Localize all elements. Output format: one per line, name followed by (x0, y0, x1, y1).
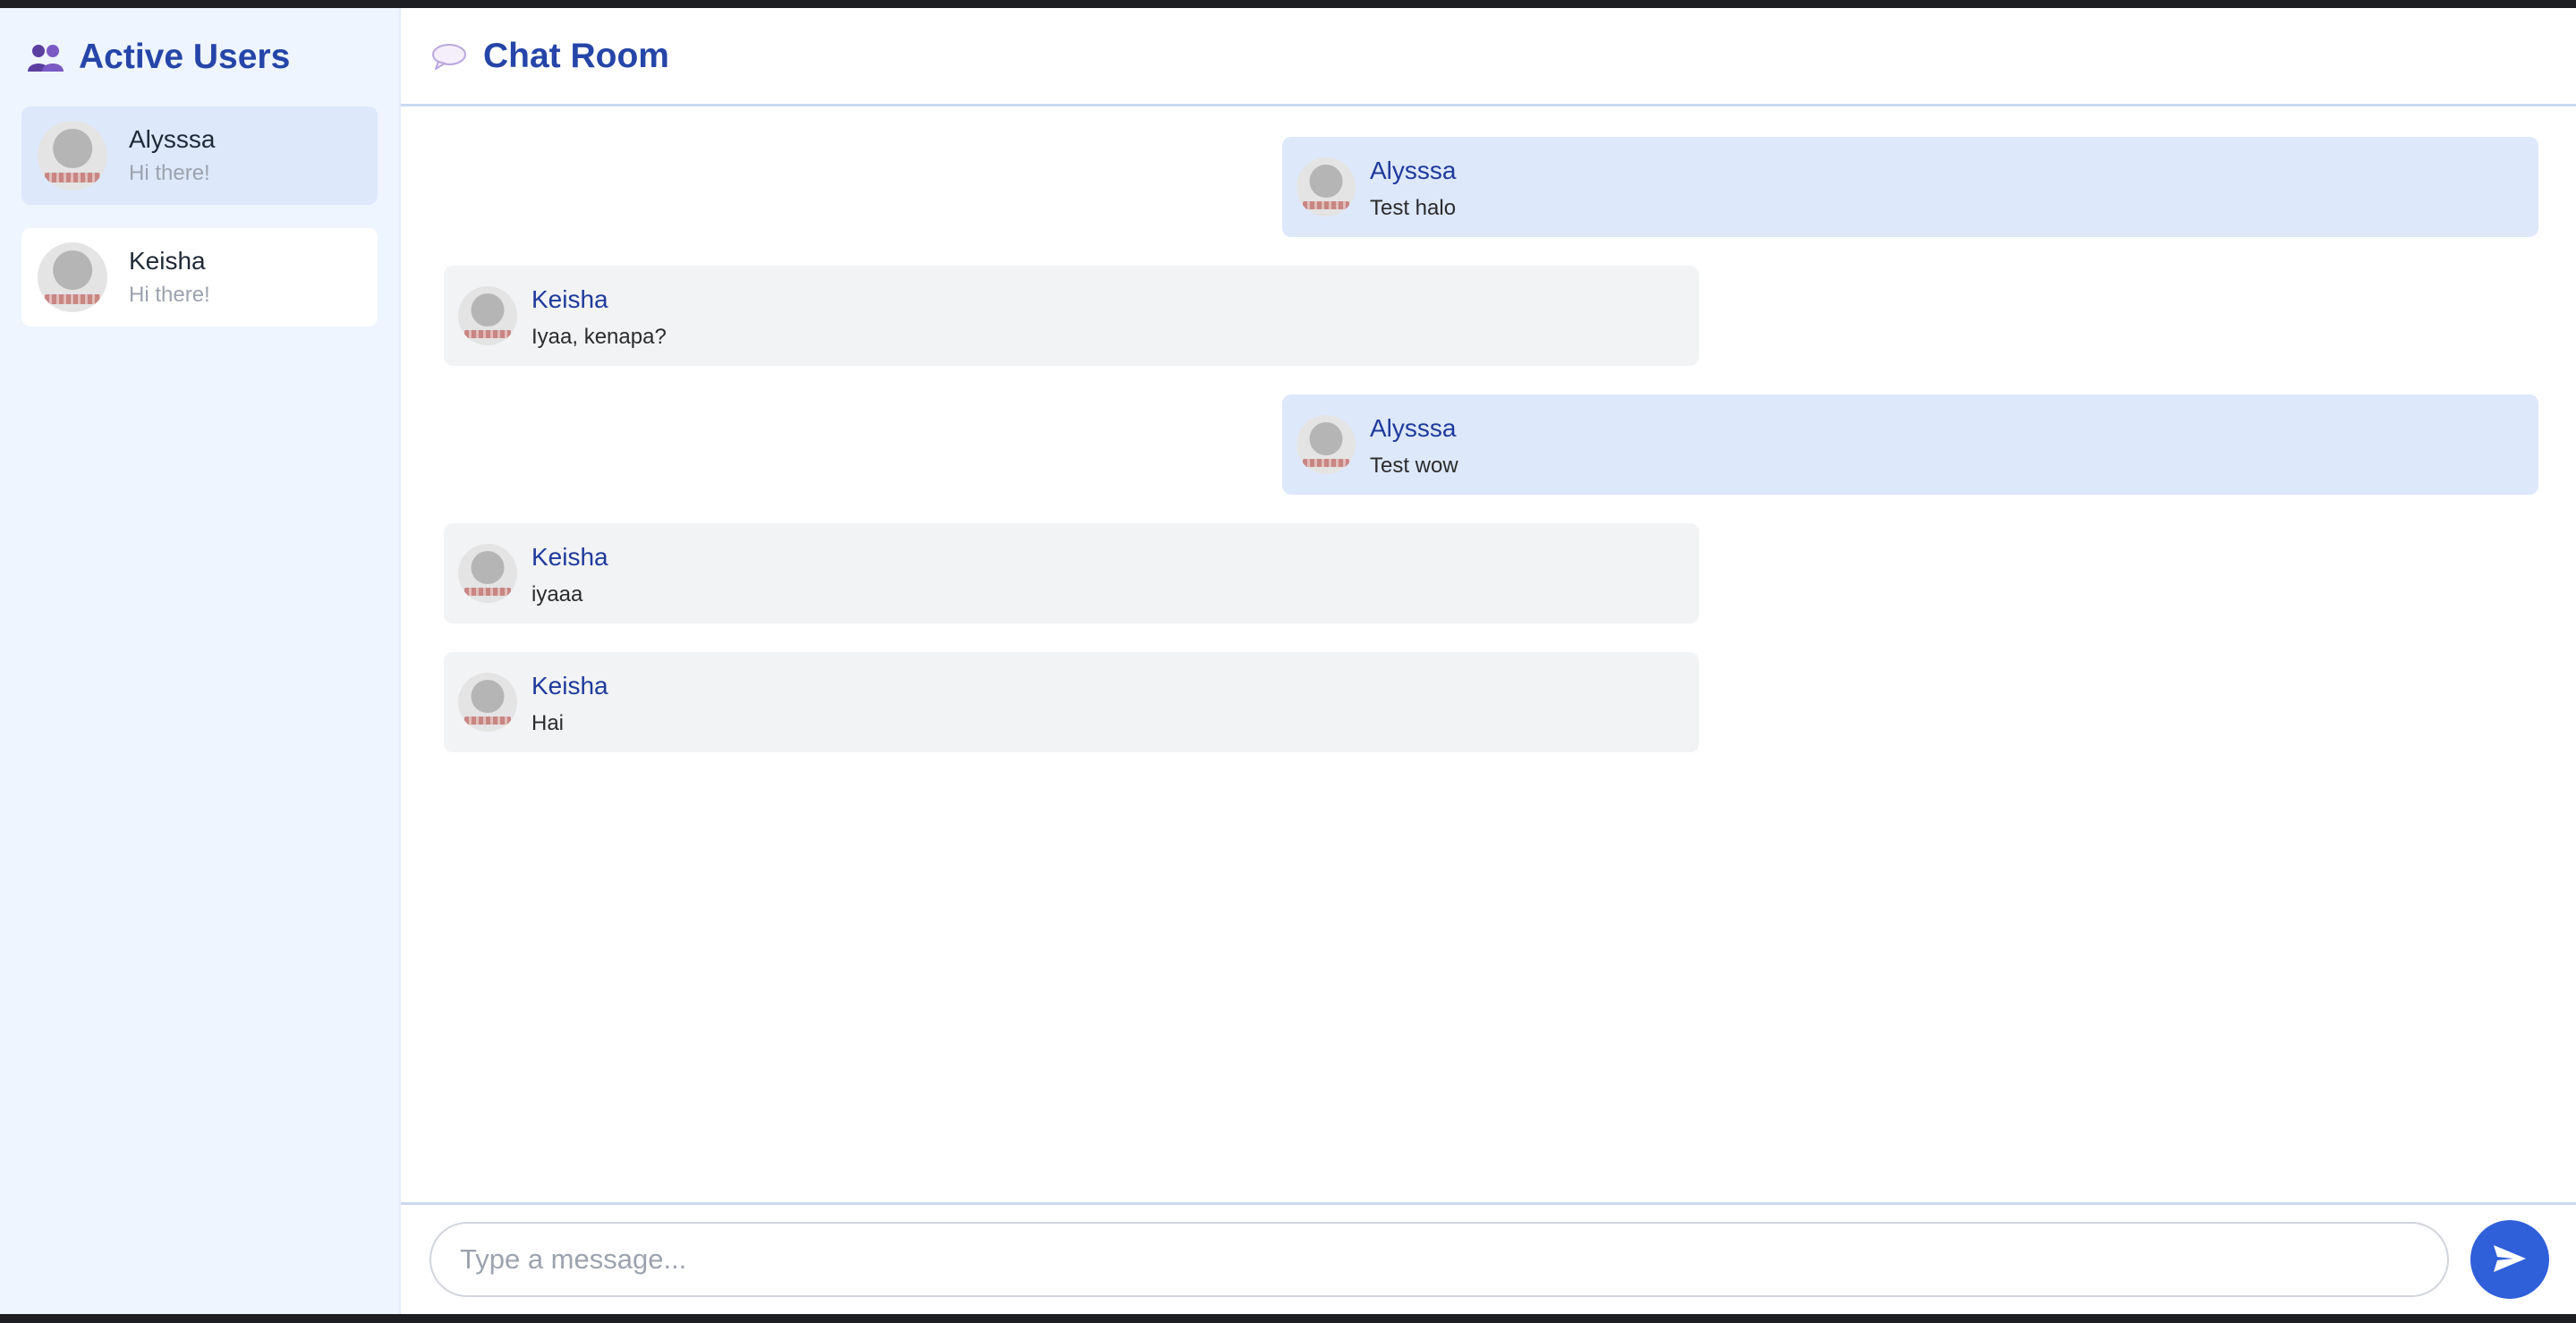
message-sender: Keisha (531, 672, 608, 700)
chat-panel: Chat Room Alysssa Test halo Keisha Iyaa,… (401, 8, 2576, 1314)
message-item: Keisha iyaaa (444, 523, 1699, 623)
avatar (38, 242, 107, 312)
avatar (38, 121, 107, 191)
send-button[interactable] (2470, 1220, 2549, 1299)
message-item: Alysssa Test halo (1282, 137, 2538, 237)
user-status: Hi there! (129, 161, 210, 185)
page-title: Chat Room (483, 36, 669, 75)
message-text: Iyaa, kenapa? (531, 325, 667, 349)
user-item-keisha[interactable]: Keisha Hi there! (21, 228, 378, 327)
sidebar: Active Users Alysssa Hi there! Keisha Hi… (0, 8, 401, 1314)
message-list[interactable]: Alysssa Test halo Keisha Iyaa, kenapa? A… (401, 106, 2576, 1202)
message-item: Alysssa Test wow (1282, 394, 2538, 495)
message-text: iyaaa (531, 582, 583, 606)
user-item-alysssa[interactable]: Alysssa Hi there! (21, 106, 378, 205)
speech-bubble-icon (431, 43, 467, 71)
user-name: Keisha (129, 247, 206, 275)
sidebar-title: Active Users (79, 38, 291, 76)
message-item: Keisha Iyaa, kenapa? (444, 266, 1699, 366)
message-text: Test wow (1370, 454, 1458, 478)
message-sender: Alysssa (1370, 157, 1457, 184)
message-sender: Keisha (531, 285, 608, 313)
avatar (458, 544, 517, 603)
users-icon (27, 41, 64, 73)
avatar (1297, 415, 1356, 474)
avatar (1297, 157, 1356, 216)
user-name: Alysssa (129, 125, 216, 153)
app-window: Active Users Alysssa Hi there! Keisha Hi… (0, 8, 2576, 1314)
avatar (458, 286, 517, 345)
send-icon (2492, 1243, 2528, 1276)
message-sender: Keisha (531, 543, 608, 571)
message-item: Keisha Hai (444, 652, 1699, 752)
message-composer (401, 1202, 2576, 1314)
sidebar-header: Active Users (21, 8, 378, 106)
avatar (458, 673, 517, 732)
message-text: Test halo (1370, 196, 1457, 220)
user-status: Hi there! (129, 283, 210, 307)
chat-header: Chat Room (401, 8, 2576, 106)
message-sender: Alysssa (1370, 414, 1457, 442)
message-input[interactable] (429, 1222, 2449, 1297)
message-text: Hai (531, 711, 565, 735)
